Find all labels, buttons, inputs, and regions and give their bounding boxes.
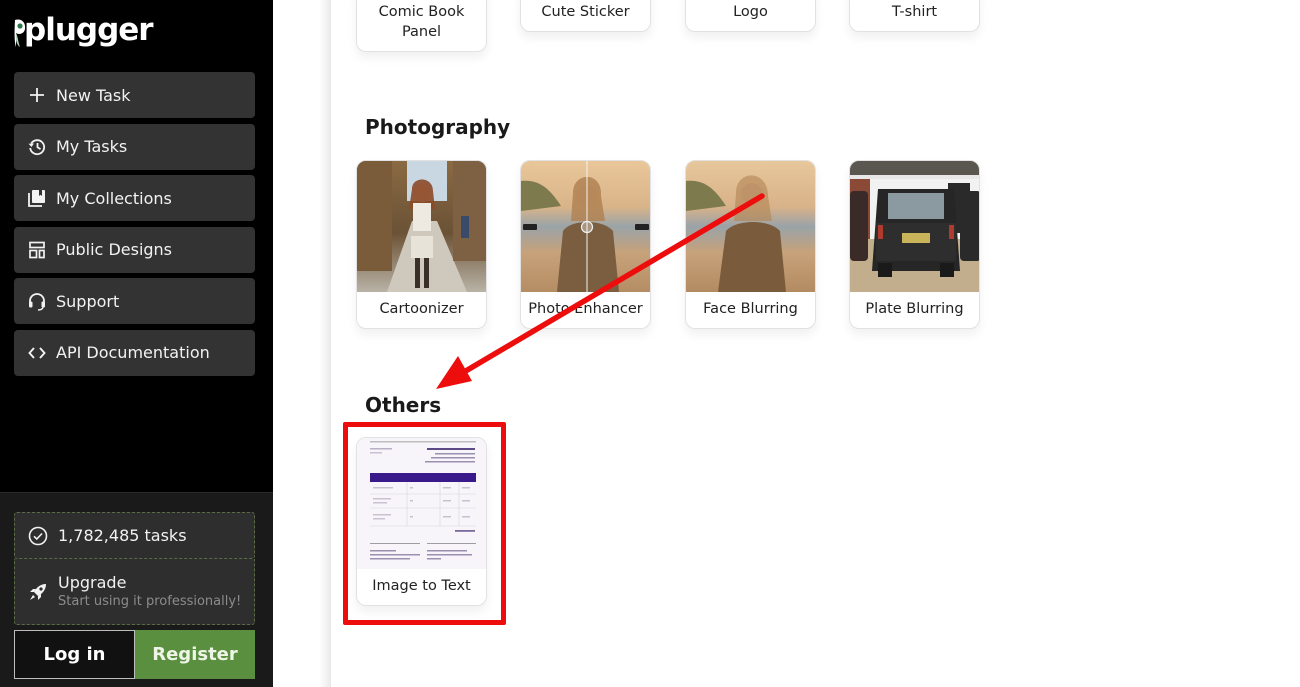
sidebar-item-public-designs[interactable]: Public Designs (14, 226, 255, 273)
tool-card-plate-blurring[interactable]: Plate Blurring (849, 160, 980, 329)
auth-buttons: Log in Register (14, 630, 255, 679)
tool-card-cartoonizer[interactable]: Cartoonizer (356, 160, 487, 329)
section-title-others: Others (365, 393, 442, 417)
sidebar-item-label: New Task (56, 85, 131, 105)
sidebar-item-api-documentation[interactable]: API Documentation (14, 329, 255, 376)
image-to-text-thumbnail (357, 438, 486, 569)
upgrade-button[interactable]: Upgrade Start using it professionally! (14, 559, 255, 625)
task-count-badge: 1,782,485 tasks (14, 512, 255, 559)
sidebar-item-label: My Tasks (56, 137, 128, 156)
app: plugger New Task My Tasks My Collections (0, 0, 1300, 687)
plate-blurring-image (850, 161, 979, 292)
tool-card-t-shirt[interactable]: T-shirt (849, 0, 980, 32)
photo-enhancer-thumbnail (521, 161, 650, 292)
history-icon (27, 137, 47, 157)
sidebar-nav: New Task My Tasks My Collections Public … (14, 72, 255, 381)
tool-card-image-to-text[interactable]: Image to Text (356, 437, 487, 606)
sidebar-item-new-task[interactable]: New Task (14, 72, 255, 118)
tool-card-label: Photo Enhancer (528, 301, 643, 317)
plate-blurring-thumbnail (850, 161, 979, 292)
tool-card-photo-enhancer[interactable]: Photo Enhancer (520, 160, 651, 329)
cartoonizer-image (357, 161, 486, 292)
plus-icon (27, 85, 47, 105)
register-button[interactable]: Register (135, 630, 255, 679)
tool-card-label: Image to Text (372, 578, 471, 594)
tool-card-label: T-shirt (891, 4, 938, 20)
sidebar-item-my-collections[interactable]: My Collections (14, 175, 255, 221)
collections-icon (27, 188, 47, 208)
tool-card-label: Face Blurring (703, 301, 798, 317)
upgrade-subtitle: Start using it professionally! (58, 593, 242, 609)
sidebar-item-label: My Collections (56, 188, 172, 208)
tool-card-label: Logo (733, 4, 768, 20)
main-gutter (273, 0, 331, 687)
sidebar-item-label: API Documentation (56, 343, 210, 362)
sidebar-item-support[interactable]: Support (14, 278, 255, 324)
sidebar-footer: 1,782,485 tasks Upgrade Start using it p… (0, 492, 273, 687)
tool-card-comic-book-panel[interactable]: Comic Book Panel (356, 0, 487, 52)
tool-card-label: Cute Sticker (541, 4, 630, 20)
tool-card-logo[interactable]: Logo (685, 0, 816, 32)
face-blurring-image (686, 161, 815, 292)
tool-card-face-blurring[interactable]: Face Blurring (685, 160, 816, 329)
logo-text: plugger (24, 12, 154, 48)
upgrade-title: Upgrade (58, 572, 127, 592)
cartoonizer-thumbnail (357, 161, 486, 292)
tool-card-label: Cartoonizer (379, 301, 464, 317)
rocket-icon (30, 583, 46, 600)
sidebar: plugger New Task My Tasks My Collections (0, 0, 273, 687)
face-blurring-thumbnail (686, 161, 815, 292)
layout-icon (27, 240, 47, 260)
task-count-text: 1,782,485 tasks (58, 526, 187, 545)
logo-leaf-icon (14, 19, 26, 47)
invoice-document-image (357, 438, 486, 569)
sidebar-item-label: Support (56, 291, 120, 311)
login-button[interactable]: Log in (14, 630, 135, 679)
tool-card-label: Plate Blurring (865, 301, 964, 317)
tool-card-label: Comic Book Panel (378, 4, 465, 40)
headset-icon (27, 291, 47, 311)
section-title-photography: Photography (365, 115, 511, 139)
photo-enhancer-image (521, 161, 650, 292)
upgrade-text: Upgrade Start using it professionally! (58, 573, 241, 611)
logo[interactable]: plugger (14, 10, 154, 50)
check-circle-icon (28, 526, 48, 545)
sidebar-item-label: Public Designs (56, 240, 173, 259)
sidebar-item-my-tasks[interactable]: My Tasks (14, 123, 255, 170)
code-icon (27, 343, 47, 363)
tool-card-cute-sticker[interactable]: Cute Sticker (520, 0, 651, 32)
